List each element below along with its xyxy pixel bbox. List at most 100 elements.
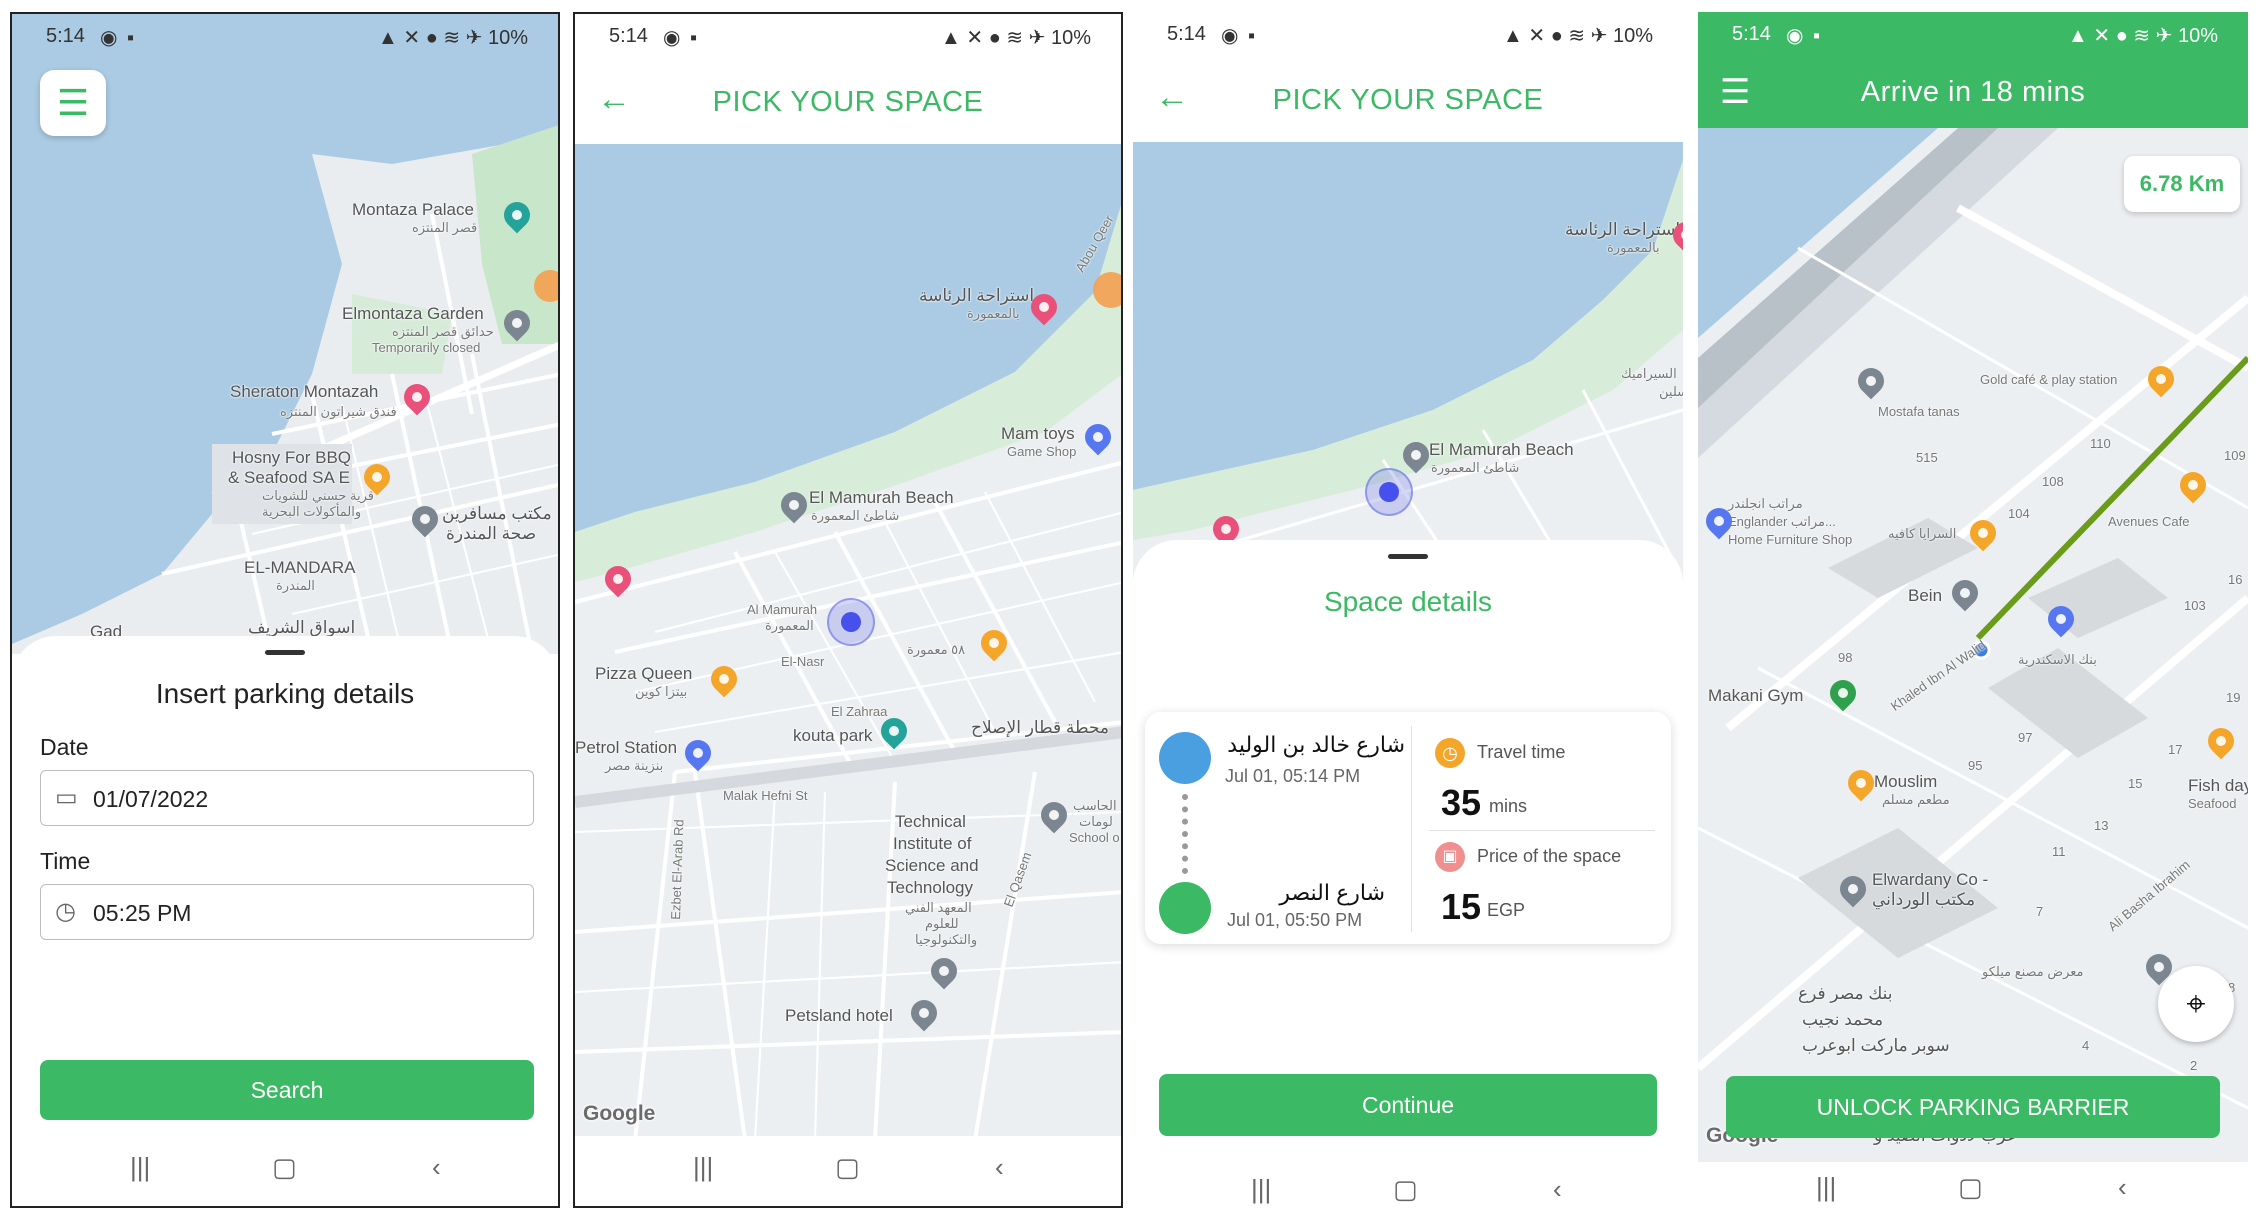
map-label: Elmontaza Garden	[342, 304, 484, 323]
status-icons: ◉ ▪	[1221, 25, 1258, 47]
map-number: 104	[2008, 506, 2030, 521]
recents-icon[interactable]: |||	[130, 1152, 150, 1183]
back-nav-icon[interactable]: ‹	[2118, 1172, 2127, 1203]
map-label: سوبر ماركت ابوعرب	[1802, 1036, 1950, 1055]
map-label: Petrol Station	[575, 738, 678, 757]
map-label: Science and	[885, 856, 979, 875]
search-button[interactable]: Search	[40, 1060, 534, 1120]
clock-icon: ◷	[55, 898, 76, 925]
recents-icon[interactable]: |||	[1816, 1172, 1836, 1203]
battery-level: 10%	[2177, 25, 2218, 47]
android-nav-bar: ||| ▢ ‹	[1698, 1162, 2248, 1208]
menu-button[interactable]: ☰	[40, 70, 106, 136]
status-bar: 5:14 ◉ ▪ ▲ ✕ ● ≋ ✈ 10%	[575, 14, 1121, 58]
back-nav-icon[interactable]: ‹	[995, 1152, 1004, 1183]
hamburger-icon: ☰	[56, 82, 90, 123]
current-location-dot	[827, 598, 875, 646]
map-label: Home Furniture Shop	[1728, 532, 1853, 547]
map-number: 16	[2228, 572, 2243, 587]
home-icon[interactable]: ▢	[1393, 1174, 1418, 1205]
distance-badge: 6.78 Km	[2124, 156, 2240, 212]
map-label: استراحة الرئاسة	[1565, 220, 1681, 239]
map-number: 19	[2226, 690, 2241, 705]
map-label: Game Shop	[1007, 444, 1077, 459]
android-nav-bar: ||| ▢ ‹	[12, 1136, 558, 1206]
map-label: بالمعمورة	[967, 306, 1020, 321]
map-label: قصر المنتزه	[412, 220, 478, 235]
map-label: المعهد الفني	[905, 900, 972, 915]
origin-icon	[1159, 732, 1211, 784]
status-bar: 5:14 ◉ ▪ ▲ ✕ ● ≋ ✈ 10%	[1698, 12, 2248, 56]
map-label: Fish day	[2188, 776, 2248, 795]
map-label: بنك الاسكندرية	[2018, 652, 2097, 667]
route-dots	[1182, 794, 1188, 874]
status-time: 5:14	[46, 25, 85, 47]
trip-card: شارع خالد بن الوليد Jul 01, 05:14 PM شار…	[1145, 712, 1671, 944]
battery-level: 10%	[1612, 25, 1653, 47]
map-label: Al Mamurah	[747, 602, 818, 617]
calendar-icon: ▭	[55, 784, 78, 811]
map-view[interactable]: Mostafa tanas Gold café & play station م…	[1698, 128, 2248, 1162]
app-bar: ← PICK YOUR SPACE	[1133, 56, 1683, 142]
status-icons-right: ▲ ✕ ● ≋ ✈	[941, 27, 1051, 49]
map-label: EL-MANDARA	[244, 558, 356, 577]
map-label: السرايا كافيه	[1888, 526, 1957, 541]
map-label: El Mamurah Beach	[809, 488, 954, 507]
sheet-handle[interactable]	[1388, 554, 1428, 559]
map-label: صحة المندرة	[446, 524, 537, 543]
map-label: Malak Hefni St	[723, 788, 808, 803]
map-label: Avenues Cafe	[2108, 514, 2190, 529]
map-label: محطة قطار الإصلاح	[971, 718, 1110, 737]
wallet-icon: ▣	[1435, 842, 1465, 872]
google-logo: Google	[583, 1102, 656, 1125]
map-label: Sheraton Montazah	[230, 382, 379, 401]
home-icon[interactable]: ▢	[835, 1152, 860, 1183]
map-label: مكتب مسافرين	[442, 504, 552, 523]
screen-navigation: ☰ Arrive in 18 mins 5:14 ◉ ▪ ▲ ✕ ● ≋ ✈ 1…	[1698, 12, 2248, 1208]
back-nav-icon[interactable]: ‹	[1553, 1174, 1562, 1205]
status-time: 5:14	[609, 25, 648, 47]
map-view[interactable]: استراحة الرئاسة بالمعمورة El Mamurah Bea…	[1133, 130, 1683, 580]
map-label: اسواق الشريف	[248, 618, 356, 637]
map-number: 97	[2018, 730, 2033, 745]
map-number: 2	[2190, 1058, 2198, 1073]
map-label: فندق شيراتون المنتزه	[280, 404, 397, 419]
page-title: Arrive in 18 mins	[1860, 76, 2086, 108]
parking-details-sheet: Insert parking details Date ▭ 01/07/2022…	[12, 636, 558, 1140]
recenter-button[interactable]: ⌖	[2158, 966, 2234, 1042]
time-field[interactable]: ◷ 05:25 PM	[40, 884, 534, 940]
status-icons: ◉ ▪	[1786, 25, 1823, 47]
map-view[interactable]: استراحة الرئاسة بالمعمورة Mam toys Game …	[575, 132, 1121, 1140]
map-number: 13	[2094, 818, 2109, 833]
map-label: Seafood	[2188, 796, 2237, 811]
map-label: School o	[1069, 830, 1120, 845]
map-label: مراتب انجلندر	[1728, 496, 1803, 511]
recents-icon[interactable]: |||	[693, 1152, 713, 1183]
map-label: السيراميك	[1621, 366, 1677, 381]
map-label: kouta park	[793, 726, 873, 745]
date-field[interactable]: ▭ 01/07/2022	[40, 770, 534, 826]
map-graphic	[1133, 130, 1683, 580]
destination-icon	[1159, 882, 1211, 934]
status-bar: 5:14 ◉ ▪ ▲ ✕ ● ≋ ✈ 10%	[12, 14, 558, 58]
recents-icon[interactable]: |||	[1251, 1174, 1271, 1205]
crosshair-icon: ⌖	[2186, 985, 2206, 1023]
date-label: Date	[40, 734, 89, 760]
map-label: بيتزا كوين	[635, 684, 688, 699]
map-label: Elwardany Co -	[1872, 870, 1989, 889]
map-label: محمد نجيب	[1802, 1010, 1884, 1029]
map-label: Mouslim	[1874, 772, 1938, 791]
back-nav-icon[interactable]: ‹	[432, 1152, 441, 1183]
status-icons: ◉ ▪	[100, 27, 137, 49]
home-icon[interactable]: ▢	[272, 1152, 297, 1183]
battery-level: 10%	[1050, 27, 1091, 49]
map-label: المعمورة	[765, 618, 814, 633]
unlock-parking-barrier-button[interactable]: UNLOCK PARKING BARRIER	[1726, 1076, 2220, 1138]
map-label: شاطئ المعمورة	[811, 508, 900, 523]
continue-button[interactable]: Continue	[1159, 1074, 1657, 1136]
status-icons-right: ▲ ✕ ● ≋ ✈	[2068, 25, 2178, 47]
status-icons: ◉ ▪	[663, 27, 700, 49]
map-label: قرية حسني للشويات	[262, 488, 374, 503]
home-icon[interactable]: ▢	[1958, 1172, 1983, 1203]
sheet-handle[interactable]	[265, 650, 305, 655]
